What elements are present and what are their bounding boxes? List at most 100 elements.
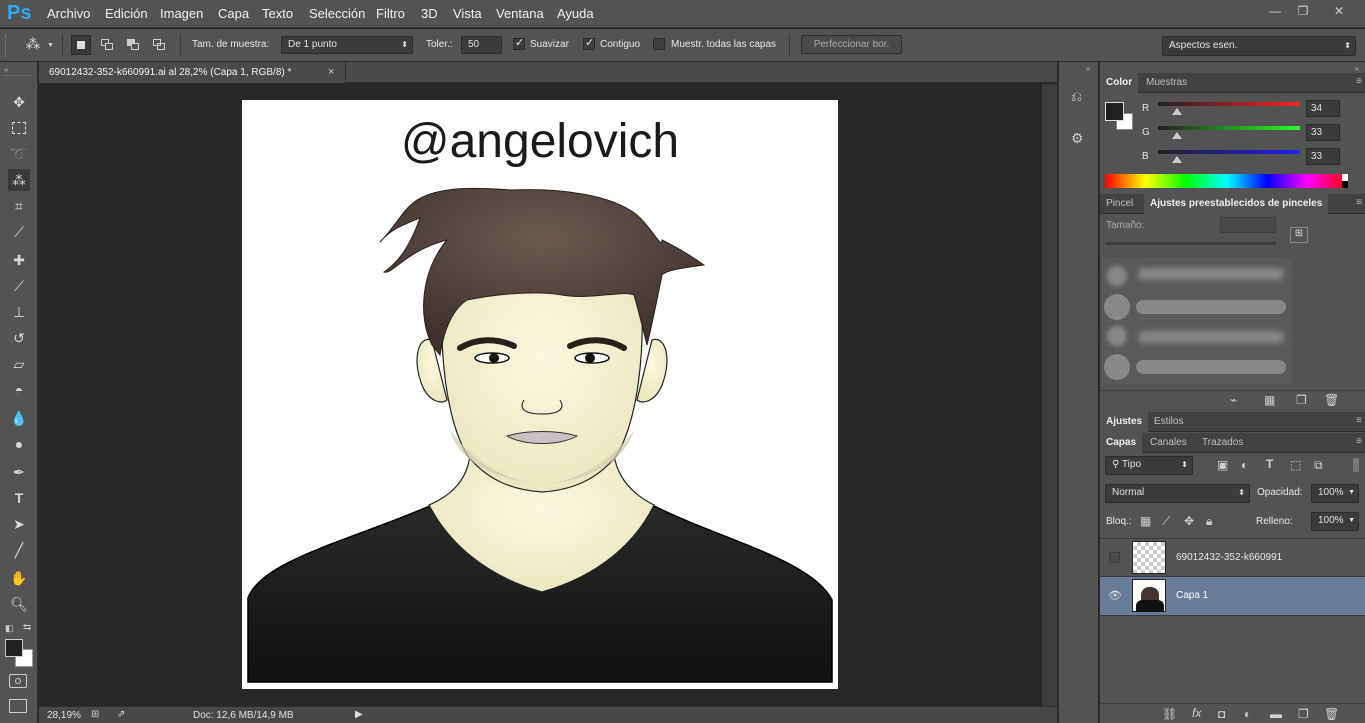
- tab-trazados[interactable]: Trazados: [1196, 433, 1249, 453]
- b-slider[interactable]: [1158, 150, 1300, 154]
- move-tool-icon[interactable]: ✥: [8, 91, 30, 113]
- minimize-button[interactable]: —: [1262, 2, 1288, 20]
- close-document-icon[interactable]: ×: [328, 66, 334, 78]
- layer-visibility-toggle[interactable]: [1109, 552, 1120, 563]
- fill-input[interactable]: 100% ▼: [1311, 512, 1359, 531]
- line-tool-icon[interactable]: ╱: [8, 539, 30, 561]
- add-mask-icon[interactable]: ◘: [1218, 707, 1225, 721]
- lock-position-icon[interactable]: ✥: [1184, 514, 1194, 528]
- collapse-panels-icon[interactable]: »: [1355, 64, 1359, 73]
- sample-size-select[interactable]: De 1 punto ⬍: [281, 36, 413, 54]
- b-slider-thumb[interactable]: [1172, 156, 1182, 163]
- collapse-toolbox-icon[interactable]: »: [4, 65, 8, 74]
- trash-icon[interactable]: 🗑︎: [1324, 707, 1339, 721]
- eraser-tool-icon[interactable]: ▱: [8, 353, 30, 375]
- tab-pincel[interactable]: Pincel: [1100, 194, 1139, 214]
- screen-mode-icon[interactable]: [9, 699, 27, 713]
- artboard[interactable]: @angelovich: [242, 100, 838, 689]
- brush-tool-icon[interactable]: ⟋: [8, 275, 30, 297]
- swap-colors-icon[interactable]: ⇆: [23, 622, 31, 633]
- export-icon[interactable]: ⇗: [117, 709, 125, 720]
- eye-icon[interactable]: 👁︎: [1108, 589, 1122, 602]
- paint-bucket-icon[interactable]: ◓: [8, 379, 30, 401]
- menu-seleccion[interactable]: Selección: [309, 6, 365, 21]
- tab-brush-presets[interactable]: Ajustes preestablecidos de pinceles: [1144, 194, 1329, 214]
- dodge-tool-icon[interactable]: ●: [8, 433, 30, 455]
- marquee-tool-icon[interactable]: [8, 117, 30, 139]
- quick-mask-icon[interactable]: [9, 674, 27, 688]
- layer-filter-select[interactable]: ⚲ Tipo ⬍: [1105, 456, 1193, 475]
- filter-type-icon[interactable]: T: [1266, 457, 1273, 471]
- eyedropper-tool-icon[interactable]: ⟋: [8, 221, 30, 243]
- restore-button[interactable]: ❐: [1290, 2, 1316, 20]
- layer-name[interactable]: 69012432-352-k660991: [1176, 552, 1282, 563]
- g-value[interactable]: 33: [1306, 124, 1340, 141]
- status-menu-arrow-icon[interactable]: ▶: [355, 709, 363, 720]
- menu-archivo[interactable]: Archivo: [47, 6, 90, 21]
- tab-color[interactable]: Color: [1100, 73, 1139, 93]
- new-layer-icon[interactable]: ❐: [1298, 707, 1309, 721]
- pen-tool-icon[interactable]: ✒: [8, 461, 30, 483]
- chevron-down-icon[interactable]: ▼: [47, 42, 54, 49]
- g-slider[interactable]: [1158, 126, 1300, 130]
- menu-edicion[interactable]: Edición: [105, 6, 148, 21]
- fx-icon[interactable]: fx: [1192, 706, 1201, 720]
- panel-menu-icon[interactable]: ≡: [1356, 76, 1362, 87]
- foreground-color-swatch[interactable]: [5, 639, 23, 657]
- layer-row[interactable]: 69012432-352-k660991: [1100, 538, 1365, 577]
- tab-estilos[interactable]: Estilos: [1148, 412, 1189, 432]
- add-selection-icon[interactable]: [97, 35, 117, 55]
- layer-row-selected[interactable]: 👁︎ Capa 1: [1100, 577, 1365, 616]
- filter-shape-icon[interactable]: ⬚: [1290, 458, 1301, 472]
- folder-icon[interactable]: ▬: [1270, 707, 1282, 721]
- tab-canales[interactable]: Canales: [1144, 433, 1193, 453]
- tolerance-input[interactable]: 50: [461, 36, 502, 54]
- magic-wand-preset-icon[interactable]: ⁂: [22, 35, 44, 55]
- lasso-tool-icon[interactable]: ➰: [8, 143, 30, 165]
- link-layers-icon[interactable]: ⛓: [1162, 707, 1177, 721]
- close-window-button[interactable]: ✕: [1326, 2, 1352, 20]
- new-preset-icon[interactable]: ❐: [1296, 393, 1307, 407]
- r-value[interactable]: 34: [1306, 100, 1340, 117]
- filter-pixel-icon[interactable]: ▣: [1217, 458, 1228, 472]
- expand-dock-icon[interactable]: «: [1086, 64, 1090, 73]
- share-icon[interactable]: ⊞: [91, 709, 99, 720]
- menu-imagen[interactable]: Imagen: [160, 6, 203, 21]
- zoom-tool-icon[interactable]: 🔍︎: [8, 593, 30, 615]
- properties-panel-icon[interactable]: ⚙: [1071, 130, 1084, 147]
- new-brush-preset-icon[interactable]: ⊞: [1290, 227, 1308, 243]
- refine-edge-button[interactable]: Perfeccionar bor.: [801, 35, 902, 54]
- intersect-selection-icon[interactable]: [149, 35, 169, 55]
- brush-grid-icon[interactable]: ▦: [1264, 393, 1275, 407]
- lock-all-icon[interactable]: 🔒︎: [1206, 514, 1212, 529]
- path-selection-icon[interactable]: ➤: [8, 513, 30, 535]
- default-colors-icon[interactable]: ◧: [5, 623, 14, 634]
- menu-ayuda[interactable]: Ayuda: [557, 6, 594, 21]
- history-brush-icon[interactable]: ↺: [8, 327, 30, 349]
- trash-icon[interactable]: 🗑︎: [1324, 393, 1339, 407]
- sample-all-layers-checkbox[interactable]: [653, 38, 665, 50]
- filter-smart-object-icon[interactable]: ⧉: [1314, 458, 1323, 473]
- antialias-checkbox[interactable]: [513, 36, 525, 50]
- tab-muestras[interactable]: Muestras: [1140, 73, 1193, 93]
- new-selection-icon[interactable]: [71, 35, 91, 55]
- panel-menu-icon[interactable]: ≡: [1356, 197, 1362, 208]
- grip-handle[interactable]: [5, 35, 11, 57]
- subtract-selection-icon[interactable]: [123, 35, 143, 55]
- menu-texto[interactable]: Texto: [262, 6, 293, 21]
- b-value[interactable]: 33: [1306, 148, 1340, 165]
- adjustment-layer-icon[interactable]: ◐: [1244, 707, 1251, 721]
- zoom-level[interactable]: 28,19%: [47, 710, 81, 721]
- menu-3d[interactable]: 3D: [421, 6, 438, 21]
- brush-size-slider[interactable]: [1106, 242, 1276, 245]
- tab-capas[interactable]: Capas: [1100, 433, 1143, 453]
- vertical-scrollbar[interactable]: [1042, 84, 1057, 706]
- menu-filtro[interactable]: Filtro: [376, 6, 405, 21]
- document-tab[interactable]: 69012432-352-k660991.ai al 28,2% (Capa 1…: [39, 62, 346, 83]
- magic-wand-tool-icon[interactable]: ⁂: [8, 169, 30, 191]
- menu-ventana[interactable]: Ventana: [496, 6, 544, 21]
- healing-brush-icon[interactable]: ✚: [8, 249, 30, 271]
- history-panel-icon[interactable]: ⎌: [1071, 88, 1082, 105]
- menu-capa[interactable]: Capa: [218, 6, 249, 21]
- blend-mode-select[interactable]: Normal ⬍: [1105, 484, 1250, 503]
